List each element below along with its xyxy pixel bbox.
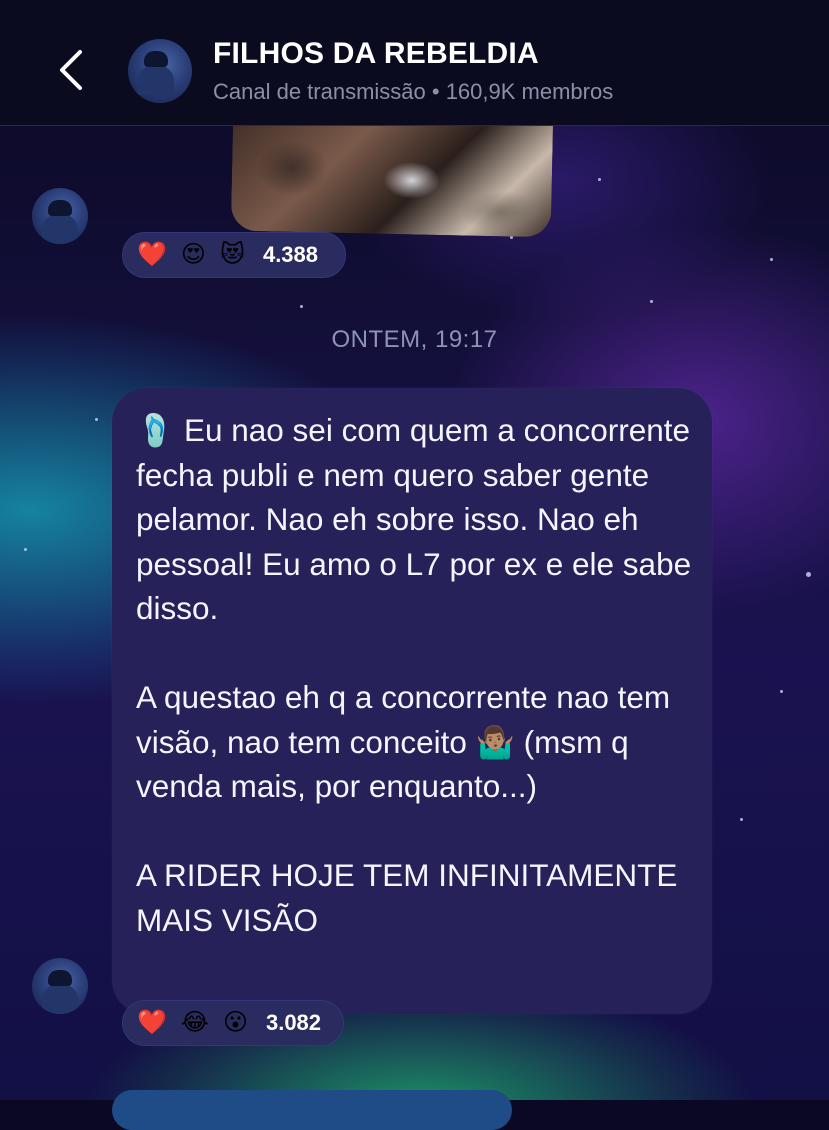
reaction-count: 4.388 xyxy=(262,242,319,267)
surprised-reaction[interactable]: 😮 xyxy=(223,1011,248,1035)
reactions-bar[interactable]: ❤️ 😂 😮 3.082 xyxy=(122,1000,344,1046)
star xyxy=(300,305,303,308)
reaction-count: 3.082 xyxy=(265,1010,322,1035)
channel-subtitle: Canal de transmissão • 160,9K membros xyxy=(213,79,614,104)
message-text: 🩴 Eu nao sei com quem a concorrente fech… xyxy=(136,412,692,938)
heart-reaction[interactable]: ❤️ xyxy=(137,1011,167,1035)
channel-title[interactable]: FILHOS DA REBELDIA xyxy=(213,37,539,71)
star xyxy=(770,258,773,261)
star xyxy=(598,178,601,181)
sender-avatar[interactable] xyxy=(32,958,88,1014)
star xyxy=(780,690,783,693)
star xyxy=(806,572,811,577)
chat-header: FILHOS DA REBELDIA Canal de transmissão … xyxy=(0,0,829,126)
chevron-left-icon xyxy=(60,50,82,90)
heart-eyes-cat-reaction[interactable]: 😻 xyxy=(220,243,245,267)
back-button[interactable] xyxy=(52,46,92,94)
reactions-bar[interactable]: ❤️ 😍 😻 4.388 xyxy=(122,232,346,278)
heart-reaction[interactable]: ❤️ xyxy=(137,243,167,267)
heart-eyes-reaction[interactable]: 😍 xyxy=(181,243,206,267)
date-separator: ONTEM, 19:17 xyxy=(331,326,498,353)
star xyxy=(95,418,98,421)
next-message-bubble[interactable] xyxy=(112,1090,512,1130)
star xyxy=(24,548,27,551)
laughing-reaction[interactable]: 😂 xyxy=(181,1011,209,1035)
message-photo[interactable] xyxy=(230,106,554,238)
sender-avatar[interactable] xyxy=(32,188,88,244)
star xyxy=(650,300,653,303)
star xyxy=(740,818,743,821)
channel-avatar[interactable] xyxy=(128,39,192,103)
